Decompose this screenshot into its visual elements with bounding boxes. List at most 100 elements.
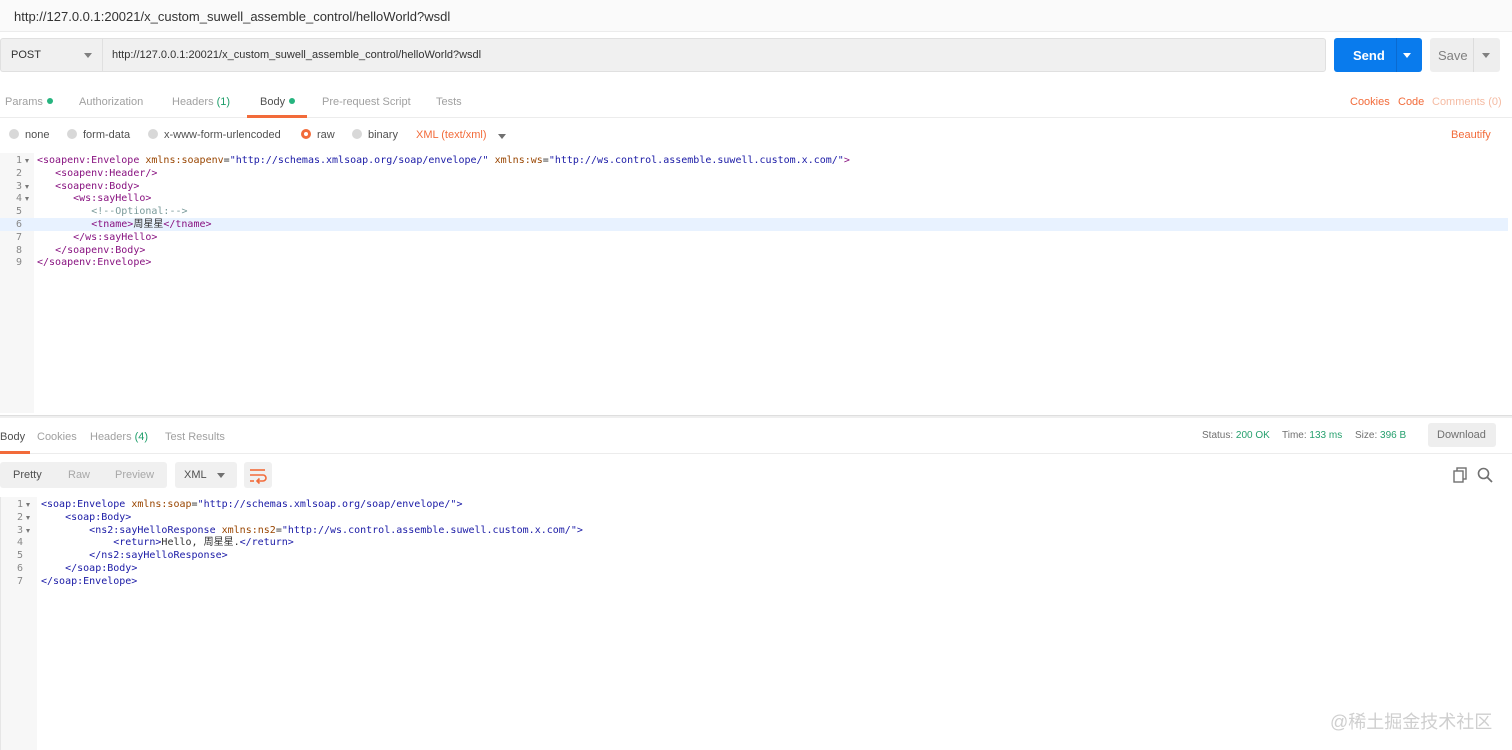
copy-icon[interactable] [1452, 466, 1470, 484]
content-type-select[interactable]: XML (text/xml) [416, 129, 487, 141]
tab-headers[interactable]: Headers (1) [172, 96, 230, 108]
code-line[interactable]: 3 <ns2:sayHelloResponse xmlns:ns2="http:… [1, 524, 1508, 537]
tab-prerequest-script[interactable]: Pre-request Script [322, 96, 411, 108]
send-divider [1396, 38, 1397, 72]
fold-arrow-icon[interactable] [25, 197, 29, 202]
radio-urlencoded[interactable]: x-www-form-urlencoded [148, 129, 281, 141]
view-raw[interactable]: Raw [68, 469, 90, 481]
response-tabs: Body Cookies Headers (4) Test Results St… [0, 418, 1512, 454]
wrap-lines-button[interactable] [244, 462, 272, 488]
response-body-viewer[interactable]: 1 <soap:Envelope xmlns:soap="http://schem… [0, 497, 1508, 750]
code-token: xmlns:ns2 [221, 524, 276, 536]
radio-raw-label: raw [317, 129, 335, 141]
radio-none[interactable]: none [9, 129, 49, 141]
line-number: 4 [16, 537, 23, 549]
url-input[interactable]: http://127.0.0.1:20021/x_custom_suwell_a… [102, 38, 1326, 72]
code-line[interactable]: 7 </soap:Envelope> [1, 575, 1508, 588]
code-token: <soap:Envelope [41, 499, 132, 510]
tab-headers-label: Headers [172, 96, 214, 108]
code-line[interactable]: 5 </ns2:sayHelloResponse> [1, 549, 1508, 562]
resp-tab-body[interactable]: Body [0, 431, 25, 443]
code-line[interactable]: 2 <soap:Body> [1, 511, 1508, 524]
code-line[interactable]: 1 <soap:Envelope xmlns:soap="http://schem… [1, 498, 1508, 511]
view-mode-segment: Pretty Raw Preview [0, 462, 167, 488]
save-options-chevron-icon[interactable] [1482, 53, 1490, 58]
save-button[interactable]: Save [1430, 38, 1500, 72]
line-number: 3 [15, 180, 22, 192]
response-format-label: XML [184, 469, 207, 481]
status-value: 200 OK [1235, 430, 1270, 441]
method-label: POST [11, 49, 41, 61]
chevron-down-icon [84, 53, 92, 58]
method-select[interactable]: POST [0, 38, 102, 72]
code-text: <ns2:sayHelloResponse xmlns:ns2="http://… [41, 524, 583, 537]
code-text: <soap:Body> [41, 511, 131, 524]
comments-link[interactable]: Comments (0) [1432, 96, 1502, 108]
radio-binary-label: binary [368, 129, 398, 141]
code-line[interactable]: 2 <soapenv:Header/> [0, 167, 1508, 180]
tab-body[interactable]: Body [260, 96, 296, 108]
radio-binary[interactable]: binary [352, 129, 398, 141]
beautify-link[interactable]: Beautify [1451, 129, 1491, 141]
radio-selected-icon [301, 129, 311, 139]
radio-form-data[interactable]: form-data [67, 129, 130, 141]
code-text: <soapenv:Header/> [37, 167, 157, 180]
fold-arrow-icon[interactable] [25, 184, 29, 189]
fold-arrow-icon[interactable] [26, 515, 30, 520]
headers-count: (1) [216, 96, 231, 108]
response-format-select[interactable]: XML [175, 462, 237, 488]
code-line[interactable]: 4 <return>Hello, 周星星.</return> [1, 536, 1508, 549]
resp-headers-count: (4) [134, 431, 149, 443]
code-line[interactable]: 5 <!--Optional:--> [0, 205, 1508, 218]
cookies-link[interactable]: Cookies [1350, 96, 1390, 108]
code-line[interactable]: 7 </ws:sayHello> [0, 231, 1508, 244]
resp-tab-headers[interactable]: Headers (4) [90, 431, 148, 443]
request-url-bar: POST http://127.0.0.1:20021/x_custom_suw… [0, 38, 1512, 72]
code-token: <!--Optional:--> [91, 206, 188, 218]
send-button[interactable]: Send [1334, 38, 1422, 72]
save-divider [1473, 38, 1474, 72]
code-line[interactable]: 1 <soapenv:Envelope xmlns:soapenv="http:/… [0, 154, 1508, 167]
resp-tab-test-results[interactable]: Test Results [165, 431, 225, 443]
radio-raw[interactable]: raw [301, 129, 335, 141]
tab-params[interactable]: Params [5, 96, 53, 108]
code-text: <soapenv:Body> [37, 180, 139, 193]
code-line[interactable]: 4 <ws:sayHello> [0, 192, 1508, 205]
line-number: 1 [15, 155, 22, 166]
view-pretty[interactable]: Pretty [13, 469, 42, 481]
search-icon[interactable] [1476, 466, 1494, 484]
tab-authorization[interactable]: Authorization [79, 96, 143, 108]
line-number: 6 [16, 563, 23, 574]
line-number: 5 [15, 206, 22, 218]
view-preview[interactable]: Preview [115, 469, 154, 481]
download-button[interactable]: Download [1428, 423, 1496, 447]
tab-tests[interactable]: Tests [436, 96, 462, 108]
line-number: 6 [15, 219, 22, 230]
code-line[interactable]: 6 <tname>周星星</tname> [0, 218, 1508, 231]
radio-circle-icon [67, 129, 77, 139]
fold-arrow-icon[interactable] [26, 503, 30, 507]
code-text: <ws:sayHello> [37, 192, 151, 205]
fold-arrow-icon[interactable] [25, 159, 29, 163]
chevron-down-icon[interactable] [498, 134, 506, 139]
code-token: <return> [113, 537, 162, 549]
radio-urlencoded-label: x-www-form-urlencoded [164, 129, 281, 141]
code-link[interactable]: Code [1398, 96, 1424, 108]
code-line[interactable]: 6 </soap:Body> [1, 562, 1508, 575]
code-text: <soap:Envelope xmlns:soap="http://schema… [41, 498, 462, 511]
code-line[interactable]: 9 </soapenv:Envelope> [0, 256, 1508, 269]
radio-circle-icon [148, 129, 158, 139]
code-line[interactable]: 8 </soapenv:Body> [0, 244, 1508, 257]
response-toolbar: Pretty Raw Preview XML [0, 458, 1512, 492]
code-line[interactable]: 3 <soapenv:Body> [0, 180, 1508, 193]
request-body-editor[interactable]: 1 <soapenv:Envelope xmlns:soapenv="http:/… [0, 153, 1508, 413]
resp-tab-cookies[interactable]: Cookies [37, 431, 77, 443]
fold-arrow-icon[interactable] [26, 528, 30, 533]
send-options-chevron-icon[interactable] [1403, 53, 1411, 58]
